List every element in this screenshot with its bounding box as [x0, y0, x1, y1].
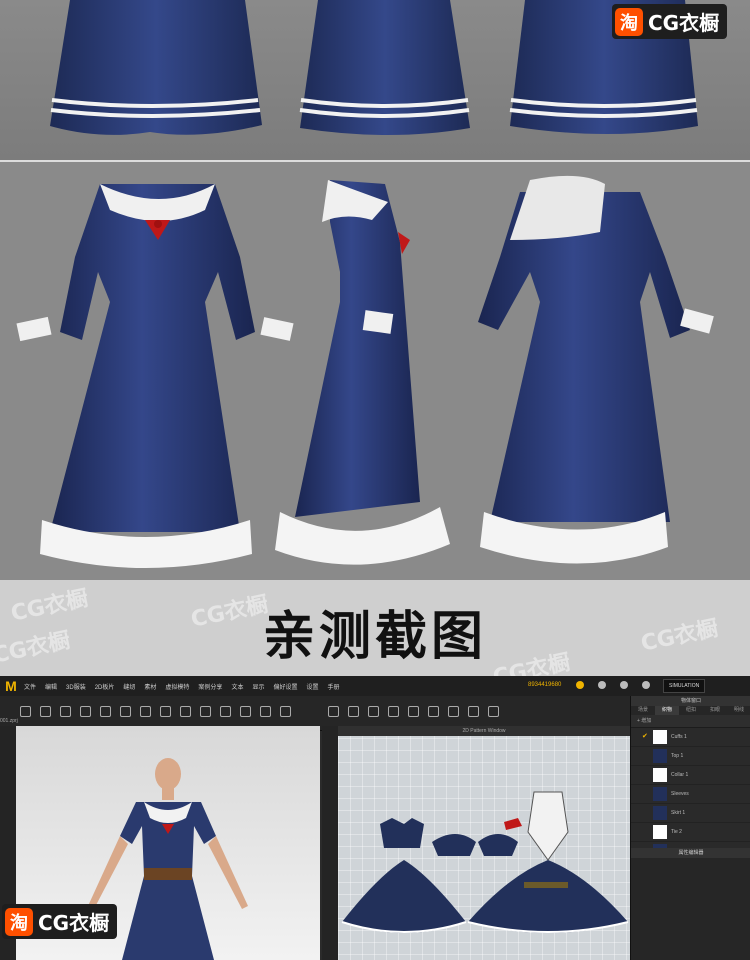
- button-tool-icon[interactable]: [160, 706, 171, 717]
- sewing-tool-icon[interactable]: [100, 706, 111, 717]
- render-tool-icon[interactable]: [260, 706, 271, 717]
- window-controls: [576, 681, 650, 689]
- fabric-swatch[interactable]: [653, 749, 667, 763]
- fabric-list-item[interactable]: Tie 2: [631, 823, 750, 842]
- info-icon[interactable]: [642, 681, 650, 689]
- select-tool-icon[interactable]: [20, 706, 31, 717]
- property-editor-title: 属性编辑器: [631, 848, 750, 858]
- panel-title: 物体窗口: [631, 696, 750, 706]
- brand-name: CG衣橱: [38, 911, 110, 935]
- menu-item-edit[interactable]: 编辑: [45, 682, 57, 691]
- pin-tool-icon[interactable]: [60, 706, 71, 717]
- top-render-panel: 淘 CG衣橱: [0, 0, 750, 160]
- circle-tool-icon[interactable]: [388, 706, 399, 717]
- texture-tool-icon[interactable]: [120, 706, 131, 717]
- menu-item-settings[interactable]: 设置: [306, 682, 318, 691]
- tab-button[interactable]: 纽扣: [679, 706, 703, 715]
- fabric-list-item[interactable]: Collar 1: [631, 766, 750, 785]
- dress-back-view: [478, 175, 714, 564]
- measure-tool-icon[interactable]: [200, 706, 211, 717]
- menu-item-file[interactable]: 文件: [24, 682, 36, 691]
- seam-tool-icon[interactable]: [428, 706, 439, 717]
- dart-tool-icon[interactable]: [408, 706, 419, 717]
- snapshot-tool-icon[interactable]: [280, 706, 291, 717]
- fabric-list-item[interactable]: Skirt 1: [631, 804, 750, 823]
- menu-bar: M 文件 编辑 3D服装 2D板片 缝纫 素材 虚拟模特 案例分享 文本 显示 …: [0, 676, 750, 696]
- fabric-name: Top 1: [671, 753, 684, 759]
- fabric-swatch[interactable]: [653, 730, 667, 744]
- menu-item-text[interactable]: 文本: [231, 682, 243, 691]
- user-id: 8934419680: [528, 682, 562, 688]
- panel-tabs: 场景 织物 纽扣 扣眼 明线: [631, 706, 750, 715]
- tab-buttonhole[interactable]: 扣眼: [703, 706, 727, 715]
- arrange-tool-icon[interactable]: [140, 706, 151, 717]
- brand-name: CG衣橱: [648, 11, 720, 35]
- 2d-view-side-toolbar: [322, 726, 338, 960]
- dress-side-view: [275, 180, 450, 565]
- user-icon[interactable]: [598, 681, 606, 689]
- dress-front-view: [16, 184, 294, 568]
- banner-title: 亲测截图: [262, 607, 487, 667]
- fabric-swatch[interactable]: [653, 825, 667, 839]
- tab-topstitch[interactable]: 明线: [727, 706, 750, 715]
- fabric-name: Tie 2: [671, 829, 682, 835]
- tab-scene[interactable]: 场景: [631, 706, 655, 715]
- segment-sewing-icon[interactable]: [448, 706, 459, 717]
- clo3d-app-window: M 文件 编辑 3D服装 2D板片 缝纫 素材 虚拟模特 案例分享 文本 显示 …: [0, 676, 750, 960]
- selected-check-icon: ✔: [642, 733, 648, 740]
- 2d-pattern-window[interactable]: 2D Pattern Window: [338, 726, 630, 960]
- fabric-swatch[interactable]: [653, 768, 667, 782]
- polygon-tool-icon[interactable]: [348, 706, 359, 717]
- 3d-garment-window[interactable]: 001.zprj 淘 CG衣橱: [0, 718, 320, 960]
- dress-renders: [16, 175, 714, 568]
- taobao-logo-icon: 淘: [5, 907, 33, 936]
- menu-item-share[interactable]: 案例分享: [198, 682, 222, 691]
- camera-tool-icon[interactable]: [240, 706, 251, 717]
- brand-logo-top: 淘 CG衣橱: [612, 4, 728, 39]
- menu-item-materials[interactable]: 素材: [144, 682, 156, 691]
- cloud-icon[interactable]: [576, 681, 584, 689]
- property-editor: 属性编辑器: [631, 848, 750, 960]
- banner: CG衣橱 CG衣橱 CG衣橱 CG衣橱 CG衣橱 亲测截图: [0, 580, 750, 676]
- menu-item-display[interactable]: 显示: [252, 682, 264, 691]
- object-browser-panel: 物体窗口 场景 织物 纽扣 扣眼 明线 + 增加 ✔ Cuffs 1 Top 1 Co…: [630, 696, 750, 960]
- fabric-list-item[interactable]: Sleeves: [631, 785, 750, 804]
- avatar-tool-icon[interactable]: [220, 706, 231, 717]
- dress-views-panel: [0, 160, 750, 582]
- brand-logo-bottom: 淘 CG衣橱: [2, 904, 118, 939]
- taobao-logo-icon: 淘: [615, 7, 643, 36]
- pattern-pieces: [341, 791, 629, 933]
- 3d-window-title: 001.zprj: [0, 718, 18, 724]
- menu-item-preferences[interactable]: 偏好设置: [273, 682, 297, 691]
- menu-item-2d-pattern[interactable]: 2D板片: [95, 682, 115, 691]
- app-logo-icon: M: [5, 678, 17, 694]
- tab-fabric[interactable]: 织物: [655, 706, 679, 715]
- zipper-tool-icon[interactable]: [180, 706, 191, 717]
- menu-item-3d-garment[interactable]: 3D服装: [66, 682, 86, 691]
- move-tool-icon[interactable]: [40, 706, 51, 717]
- menu-item-avatar[interactable]: 虚拟模特: [165, 682, 189, 691]
- fabric-list-item[interactable]: ✔ Cuffs 1: [631, 728, 750, 747]
- simulation-mode-button[interactable]: SIMULATION: [663, 679, 706, 693]
- add-fabric-button[interactable]: + 增加: [631, 715, 750, 728]
- fold-tool-icon[interactable]: [80, 706, 91, 717]
- menu-item-sewing[interactable]: 缝纫: [123, 682, 135, 691]
- menu-item-manual[interactable]: 手册: [328, 682, 340, 691]
- fabric-swatch[interactable]: [653, 806, 667, 820]
- free-sewing-icon[interactable]: [468, 706, 479, 717]
- fabric-name: Sleeves: [671, 791, 689, 797]
- fabric-swatch[interactable]: [653, 787, 667, 801]
- trace-tool-icon[interactable]: [488, 706, 499, 717]
- rectangle-tool-icon[interactable]: [368, 706, 379, 717]
- fabric-name: Collar 1: [671, 772, 689, 778]
- help-icon[interactable]: [620, 681, 628, 689]
- fabric-name: Cuffs 1: [671, 734, 687, 740]
- pattern-select-icon[interactable]: [328, 706, 339, 717]
- fabric-list-item[interactable]: Top 1: [631, 747, 750, 766]
- fabric-name: Skirt 1: [671, 810, 686, 816]
